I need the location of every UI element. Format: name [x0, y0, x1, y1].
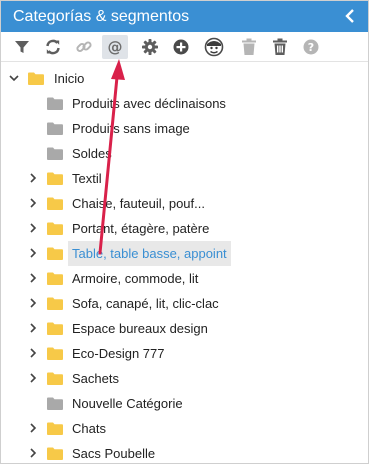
trash-full-icon: [273, 38, 287, 55]
tree-row[interactable]: Soldes: [1, 141, 368, 166]
tree-row[interactable]: Portant, étagère, patère: [1, 216, 368, 241]
chevron-right-icon[interactable]: [27, 172, 39, 184]
tree-row[interactable]: Table, table basse, appoint: [1, 241, 368, 266]
folder-icon: [47, 147, 63, 160]
tree-row[interactable]: Eco-Design 777: [1, 341, 368, 366]
folder-icon: [47, 397, 63, 410]
svg-text:?: ?: [308, 41, 314, 54]
tree-label[interactable]: Chaise, fauteuil, pouf...: [72, 191, 205, 216]
at-button[interactable]: @: [102, 35, 128, 59]
chevron-right-icon[interactable]: [27, 372, 39, 384]
tree-row[interactable]: Produits avec déclinaisons: [1, 91, 368, 116]
tree-label[interactable]: Chats: [72, 416, 106, 441]
tree-row-root[interactable]: Inicio: [1, 66, 368, 91]
tree-row[interactable]: Armoire, commode, lit: [1, 266, 368, 291]
tree-label[interactable]: Sacs Poubelle: [72, 441, 155, 463]
tree-row[interactable]: Textil: [1, 166, 368, 191]
tree-label[interactable]: Espace bureaux design: [72, 316, 208, 341]
refresh-button[interactable]: [40, 35, 66, 59]
categories-panel: Categorías & segmentos @ ? Inicio Produi…: [0, 0, 369, 464]
tree-row[interactable]: Espace bureaux design: [1, 316, 368, 341]
user-button[interactable]: [201, 35, 227, 59]
tree-label[interactable]: Sofa, canapé, lit, clic-clac: [72, 291, 219, 316]
tree-label[interactable]: Soldes: [72, 141, 112, 166]
settings-button[interactable]: [137, 35, 163, 59]
tree-label[interactable]: Armoire, commode, lit: [72, 266, 198, 291]
delete-button[interactable]: [236, 35, 262, 59]
svg-text:@: @: [108, 38, 123, 56]
tree-row[interactable]: Chaise, fauteuil, pouf...: [1, 191, 368, 216]
trash-icon: [242, 38, 256, 55]
chevron-right-icon[interactable]: [27, 222, 39, 234]
folder-icon: [47, 297, 63, 310]
link-icon: [76, 41, 92, 53]
tree-label[interactable]: Produits sans image: [72, 116, 190, 141]
chevron-right-icon[interactable]: [27, 297, 39, 309]
tree-label[interactable]: Portant, étagère, patère: [72, 216, 209, 241]
gear-icon: [142, 39, 158, 55]
folder-icon: [47, 422, 63, 435]
folder-icon: [47, 272, 63, 285]
chevron-right-icon[interactable]: [27, 197, 39, 209]
tree-row[interactable]: Nouvelle Catégorie: [1, 391, 368, 416]
delete-all-button[interactable]: [267, 35, 293, 59]
folder-icon: [47, 222, 63, 235]
tree-row[interactable]: Sofa, canapé, lit, clic-clac: [1, 291, 368, 316]
chevron-right-icon[interactable]: [27, 447, 39, 459]
folder-icon: [28, 72, 44, 85]
folder-icon: [47, 197, 63, 210]
link-button[interactable]: [71, 35, 97, 59]
refresh-icon: [46, 39, 60, 55]
tree-label[interactable]: Nouvelle Catégorie: [72, 391, 183, 416]
tree-label-root[interactable]: Inicio: [54, 66, 84, 91]
chevron-left-icon: [345, 9, 354, 23]
user-avatar-icon: [204, 37, 224, 57]
toolbar: @ ?: [1, 32, 368, 62]
folder-icon: [47, 447, 63, 460]
at-icon: @: [108, 38, 123, 56]
folder-icon: [47, 347, 63, 360]
tree-label[interactable]: Eco-Design 777: [72, 341, 165, 366]
help-icon: ?: [303, 39, 319, 55]
tree-label[interactable]: Table, table basse, appoint: [68, 241, 231, 266]
tree-row[interactable]: Chats: [1, 416, 368, 441]
chevron-right-icon[interactable]: [27, 322, 39, 334]
help-button[interactable]: ?: [298, 35, 324, 59]
folder-icon: [47, 122, 63, 135]
add-circle-icon: [173, 39, 189, 55]
panel-header: Categorías & segmentos: [1, 1, 368, 32]
folder-icon: [47, 247, 63, 260]
chevron-right-icon[interactable]: [27, 272, 39, 284]
chevron-down-icon[interactable]: [8, 72, 20, 84]
folder-icon: [47, 322, 63, 335]
tree-label[interactable]: Sachets: [72, 366, 119, 391]
panel-title: Categorías & segmentos: [13, 7, 190, 25]
tree-row[interactable]: Sachets: [1, 366, 368, 391]
folder-icon: [47, 97, 63, 110]
filter-button[interactable]: [9, 35, 35, 59]
tree-label[interactable]: Textil: [72, 166, 102, 191]
collapse-panel-button[interactable]: [340, 5, 360, 27]
add-button[interactable]: [168, 35, 194, 59]
tree-row[interactable]: Produits sans image: [1, 116, 368, 141]
filter-icon: [15, 41, 29, 53]
folder-icon: [47, 172, 63, 185]
chevron-right-icon[interactable]: [27, 347, 39, 359]
tree-label[interactable]: Produits avec déclinaisons: [72, 91, 226, 116]
chevron-right-icon[interactable]: [27, 422, 39, 434]
folder-icon: [47, 372, 63, 385]
chevron-right-icon[interactable]: [27, 247, 39, 259]
tree-row[interactable]: Sacs Poubelle: [1, 441, 368, 463]
